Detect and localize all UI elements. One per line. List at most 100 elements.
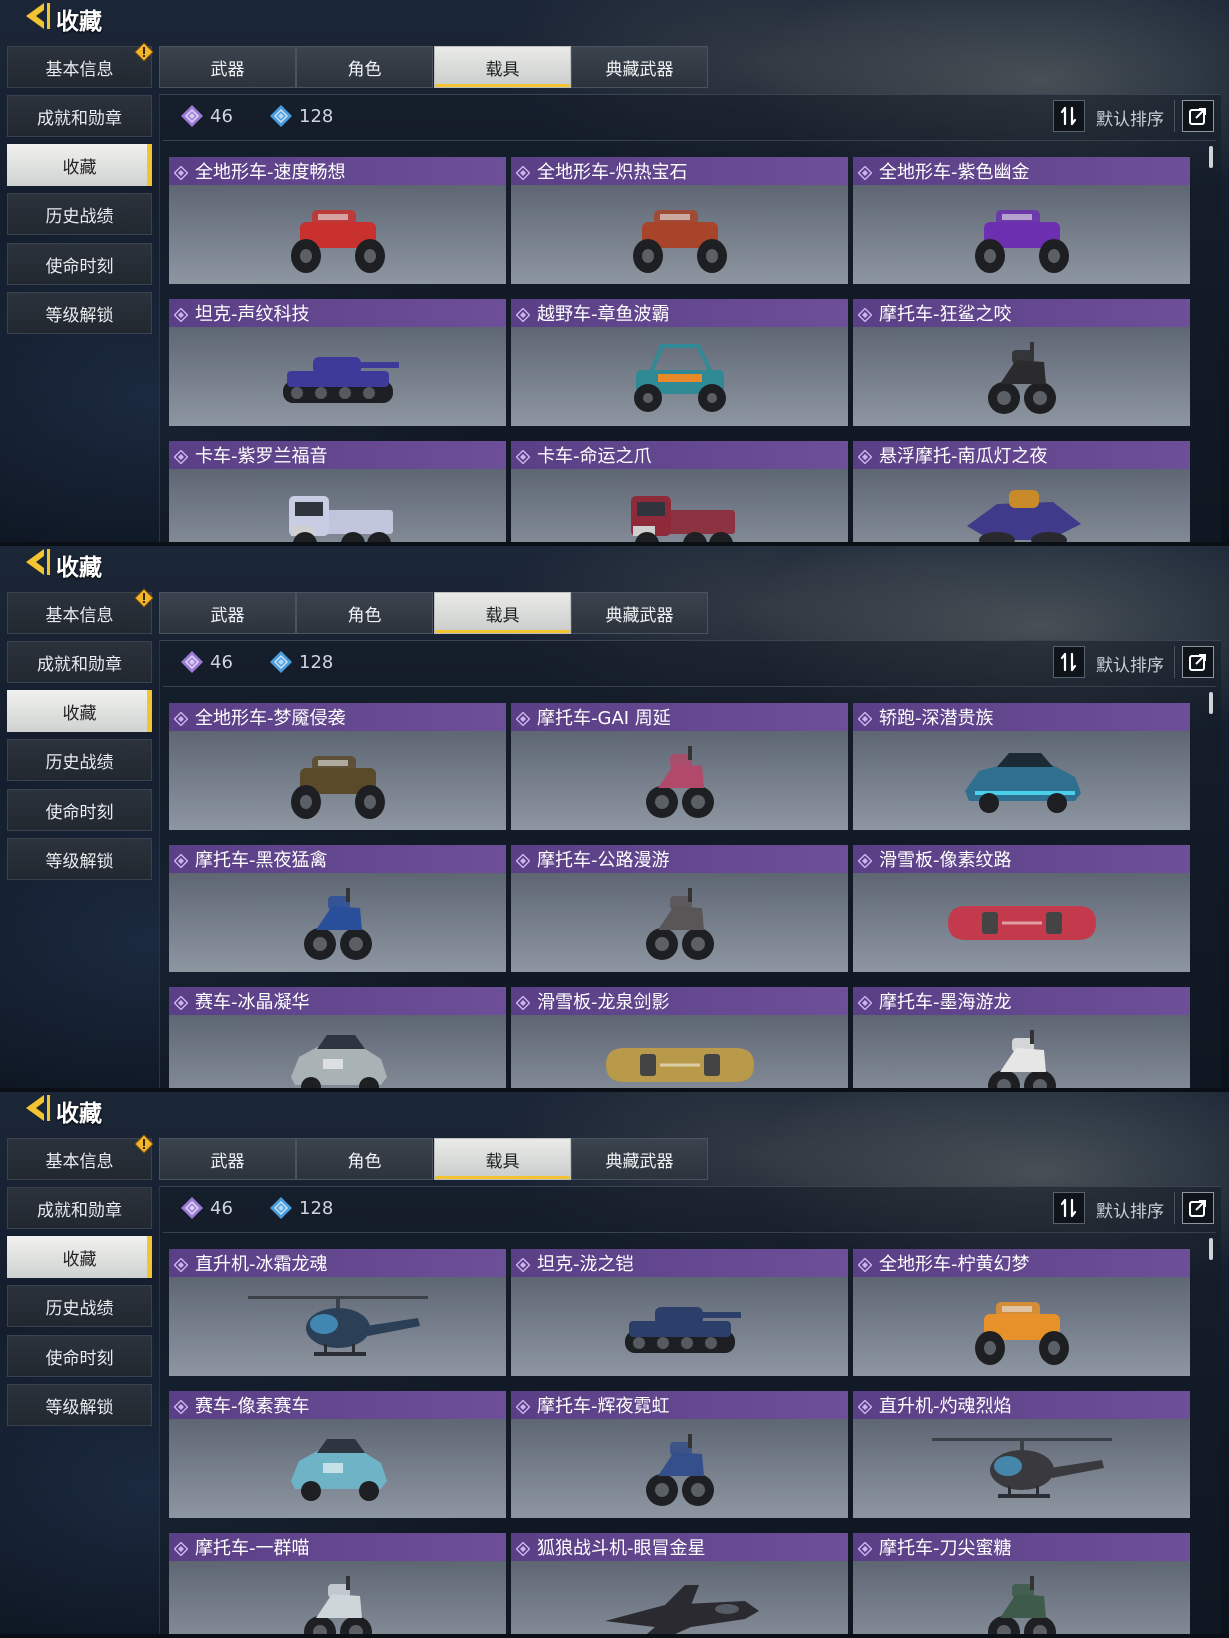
vehicle-card[interactable]: 全地形车-速度畅想 xyxy=(169,157,506,284)
tab[interactable]: 典藏武器 xyxy=(571,46,708,88)
vehicle-name: 摩托车-墨海游龙 xyxy=(879,992,1012,1013)
vehicle-thumbnail xyxy=(853,1277,1190,1376)
back-arrow-icon[interactable] xyxy=(22,1093,50,1123)
purple-diamond-icon xyxy=(181,1197,203,1219)
vehicle-card[interactable]: 直升机-灼魂烈焰 xyxy=(853,1391,1190,1518)
tab[interactable]: 典藏武器 xyxy=(571,592,708,634)
vehicle-card[interactable]: 坦克-声纹科技 xyxy=(169,299,506,426)
tab-label: 典藏武器 xyxy=(605,59,674,80)
vehicle-card[interactable]: 摩托车-辉夜霓虹 xyxy=(511,1391,848,1518)
share-icon[interactable] xyxy=(1182,1192,1214,1224)
back-arrow-icon[interactable] xyxy=(22,1,50,31)
vehicle-card[interactable]: 赛车-像素赛车 xyxy=(169,1391,506,1518)
share-icon[interactable] xyxy=(1182,646,1214,678)
sort-dropdown[interactable]: 默认排序 xyxy=(1096,1197,1164,1222)
tab[interactable]: 武器 xyxy=(159,1138,296,1180)
vehicle-card[interactable]: 卡车-紫罗兰福音 xyxy=(169,441,506,546)
vehicle-card[interactable]: 滑雪板-像素纹路 xyxy=(853,845,1190,972)
sort-toggle-icon[interactable] xyxy=(1053,646,1085,678)
sort-toggle-icon[interactable] xyxy=(1053,1192,1085,1224)
vehicle-card-header: 赛车-像素赛车 xyxy=(169,1391,506,1419)
vehicle-card[interactable]: 摩托车-狂鲨之咬 xyxy=(853,299,1190,426)
sidebar-item[interactable]: 历史战绩 xyxy=(7,739,152,781)
vehicle-card[interactable]: 摩托车-GAI 周延 xyxy=(511,703,848,830)
vehicle-card[interactable]: 全地形车-炽热宝石 xyxy=(511,157,848,284)
tab[interactable]: 武器 xyxy=(159,592,296,634)
vehicle-card[interactable]: 摩托车-公路漫游 xyxy=(511,845,848,972)
sidebar-item[interactable]: 使命时刻 xyxy=(7,1335,152,1377)
vehicle-thumbnail xyxy=(169,1277,506,1376)
vehicle-name: 悬浮摩托-南瓜灯之夜 xyxy=(879,446,1048,467)
vehicle-thumbnail xyxy=(511,185,848,284)
vehicle-card[interactable]: 滑雪板-龙泉剑影 xyxy=(511,987,848,1092)
sidebar-item[interactable]: 成就和勋章 xyxy=(7,641,152,683)
vehicle-thumbnail xyxy=(853,1419,1190,1518)
vehicle-name: 赛车-冰晶凝华 xyxy=(195,992,310,1013)
vehicle-card[interactable]: 摩托车-刀尖蜜糖 xyxy=(853,1533,1190,1638)
vehicle-card[interactable]: 直升机-冰霜龙魂 xyxy=(169,1249,506,1376)
sort-dropdown[interactable]: 默认排序 xyxy=(1096,105,1164,130)
scrollbar[interactable] xyxy=(1209,146,1213,168)
toolbar-divider xyxy=(1174,1192,1175,1224)
rarity-diamond-icon xyxy=(857,1256,873,1273)
vehicle-card[interactable]: 摩托车-黑夜猛禽 xyxy=(169,845,506,972)
vehicle-card[interactable]: 轿跑-深潜贵族 xyxy=(853,703,1190,830)
sidebar-item[interactable]: 收藏 xyxy=(7,690,152,732)
vehicle-card[interactable]: 越野车-章鱼波霸 xyxy=(511,299,848,426)
sidebar-item[interactable]: 等级解锁 xyxy=(7,292,152,334)
tab[interactable]: 角色 xyxy=(296,592,433,634)
rarity-diamond-icon xyxy=(515,710,531,727)
vehicle-card[interactable]: 赛车-冰晶凝华 xyxy=(169,987,506,1092)
scrollbar[interactable] xyxy=(1209,692,1213,714)
sidebar-item[interactable]: 等级解锁 xyxy=(7,838,152,880)
vehicle-card[interactable]: 狐狼战斗机-眼冒金星 xyxy=(511,1533,848,1638)
divider xyxy=(163,1232,1216,1233)
scrollbar[interactable] xyxy=(1209,1238,1213,1260)
sidebar-item[interactable]: 成就和勋章 xyxy=(7,95,152,137)
sort-dropdown[interactable]: 默认排序 xyxy=(1096,651,1164,676)
sidebar-item[interactable]: 收藏 xyxy=(7,1236,152,1278)
vehicle-card[interactable]: 悬浮摩托-南瓜灯之夜 xyxy=(853,441,1190,546)
tab[interactable]: 载具 xyxy=(434,592,571,634)
vehicle-card[interactable]: 全地形车-柠黄幻梦 xyxy=(853,1249,1190,1376)
sidebar-item[interactable]: 基本信息 xyxy=(7,1138,152,1180)
sidebar-item[interactable]: 历史战绩 xyxy=(7,193,152,235)
sidebar-item[interactable]: 等级解锁 xyxy=(7,1384,152,1426)
sidebar-item[interactable]: 基本信息 xyxy=(7,592,152,634)
divider xyxy=(163,686,1216,687)
rarity-diamond-icon xyxy=(857,710,873,727)
blue-count-value: 128 xyxy=(299,651,334,673)
sidebar-item[interactable]: 基本信息 xyxy=(7,46,152,88)
vehicle-card[interactable]: 全地形车-梦魇侵袭 xyxy=(169,703,506,830)
tab-label: 武器 xyxy=(210,1151,245,1172)
tab[interactable]: 角色 xyxy=(296,46,433,88)
vehicle-card[interactable]: 摩托车-一群喵 xyxy=(169,1533,506,1638)
sidebar-item-label: 等级解锁 xyxy=(45,305,114,326)
vehicle-card[interactable]: 摩托车-墨海游龙 xyxy=(853,987,1190,1092)
page-title: 收藏 xyxy=(56,555,102,581)
sidebar-item[interactable]: 使命时刻 xyxy=(7,789,152,831)
tab[interactable]: 载具 xyxy=(434,1138,571,1180)
toolbar-divider xyxy=(1174,100,1175,132)
vehicle-card-header: 全地形车-炽热宝石 xyxy=(511,157,848,185)
vehicle-name: 卡车-命运之爪 xyxy=(537,446,652,467)
tab[interactable]: 载具 xyxy=(434,46,571,88)
vehicle-card[interactable]: 全地形车-紫色幽金 xyxy=(853,157,1190,284)
motorcycle-icon xyxy=(645,1433,714,1506)
tab-label: 典藏武器 xyxy=(605,605,674,626)
tab[interactable]: 角色 xyxy=(296,1138,433,1180)
tab[interactable]: 典藏武器 xyxy=(571,1138,708,1180)
vehicle-name: 摩托车-辉夜霓虹 xyxy=(537,1396,670,1417)
vehicle-card[interactable]: 卡车-命运之爪 xyxy=(511,441,848,546)
share-icon[interactable] xyxy=(1182,100,1214,132)
vehicle-name: 赛车-像素赛车 xyxy=(195,1396,310,1417)
sidebar-item[interactable]: 历史战绩 xyxy=(7,1285,152,1327)
sidebar-item[interactable]: 使命时刻 xyxy=(7,243,152,285)
sidebar-item[interactable]: 收藏 xyxy=(7,144,152,186)
sort-toggle-icon[interactable] xyxy=(1053,100,1085,132)
atv-icon xyxy=(974,1301,1069,1365)
sidebar-item[interactable]: 成就和勋章 xyxy=(7,1187,152,1229)
tab[interactable]: 武器 xyxy=(159,46,296,88)
back-arrow-icon[interactable] xyxy=(22,547,50,577)
vehicle-card[interactable]: 坦克-泷之铠 xyxy=(511,1249,848,1376)
